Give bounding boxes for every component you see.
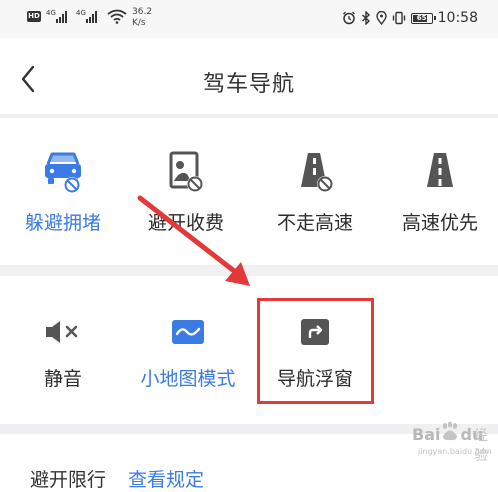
mini-map-icon <box>172 320 204 344</box>
view-rules-link[interactable]: 查看规定 <box>128 469 204 491</box>
toll-avoid-icon <box>169 151 203 192</box>
option-label: 不走高速 <box>276 212 353 234</box>
option-label: 躲避拥堵 <box>24 212 101 234</box>
hd-badge: HD <box>27 11 41 22</box>
option-mute[interactable]: 静音 <box>3 318 123 391</box>
network-speed: 36.2 K/s <box>132 7 153 28</box>
option-label: 小地图模式 <box>140 368 236 390</box>
watermark-url: jingyan.baidu.com <box>418 447 492 456</box>
option-avoid-congestion[interactable]: 躲避拥堵 <box>3 150 123 235</box>
clock: 10:58 <box>437 10 478 26</box>
battery-icon: 65 <box>410 12 436 24</box>
annotation-arrow-icon <box>137 195 250 286</box>
option-label: 高速优先 <box>401 212 478 234</box>
mute-icon <box>46 321 78 343</box>
annotation-highlight-box <box>257 298 374 404</box>
divider <box>0 114 498 118</box>
page-title: 驾车导航 <box>202 72 295 97</box>
wifi-icon <box>107 9 127 24</box>
highway-avoid-icon <box>301 153 333 192</box>
car-traffic-icon <box>45 152 81 193</box>
option-mini-map[interactable]: 小地图模式 <box>128 318 248 391</box>
signal-icon-2: 4G <box>76 9 102 23</box>
bluetooth-icon <box>361 11 370 25</box>
option-highway-first[interactable]: 高速优先 <box>380 150 498 235</box>
status-bar: HD 4G 4G 36.2 K/s 65 10:58 <box>0 0 498 38</box>
highway-icon <box>427 153 453 187</box>
restriction-label: 避开限行 <box>30 469 107 491</box>
watermark: Bai du 经验 jingyan.baidu.com <box>362 419 492 471</box>
option-label: 静音 <box>43 368 82 390</box>
option-no-highway[interactable]: 不走高速 <box>255 150 375 235</box>
alarm-icon <box>342 11 355 25</box>
vibrate-icon <box>392 11 405 25</box>
watermark-suffix: 经验 <box>474 428 488 464</box>
signal-icon-1: 4G <box>46 9 72 23</box>
watermark-brand: Bai du <box>412 425 484 444</box>
location-icon <box>375 11 387 25</box>
